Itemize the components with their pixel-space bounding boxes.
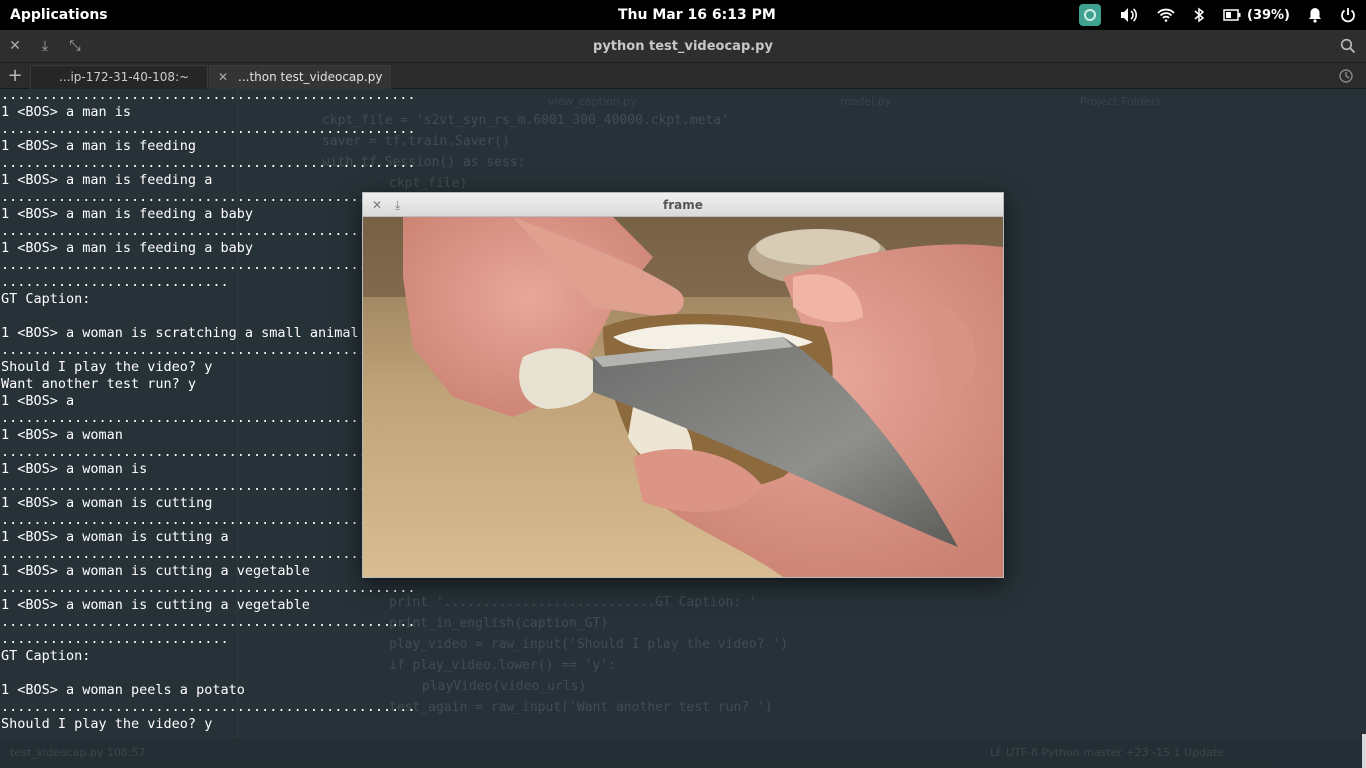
tab-close-icon[interactable]: ✕: [218, 66, 228, 88]
search-icon[interactable]: [1340, 38, 1356, 58]
terminal-line: 1 <BOS> a woman is cutting a: [1, 529, 229, 545]
terminal-line: Should I play the video? y: [1, 716, 213, 732]
terminal-line: ........................................…: [1, 580, 416, 596]
frame-window[interactable]: ✕ ⤓ frame: [362, 192, 1004, 578]
power-icon[interactable]: [1340, 7, 1356, 23]
terminal-line: 1 <BOS> a man is feeding a baby: [1, 206, 253, 222]
notification-bell-icon[interactable]: [1308, 7, 1322, 23]
terminal-line: GT Caption:: [1, 648, 91, 664]
terminal-line: ........................................…: [1, 257, 416, 273]
terminal-line: ........................................…: [1, 546, 416, 562]
terminal-line: ........................................…: [1, 155, 416, 171]
app-indicator-icon[interactable]: [1079, 4, 1101, 26]
battery-status[interactable]: (39%): [1223, 8, 1290, 23]
terminal-line: 1 <BOS> a woman is: [1, 461, 148, 477]
clock[interactable]: Thu Mar 16 6:13 PM: [618, 0, 776, 30]
system-tray: (39%): [1079, 0, 1356, 30]
terminal-line: ........................................…: [1, 614, 416, 630]
unmaximize-icon[interactable]: ⤡: [65, 30, 85, 63]
terminal-header-bar: ✕ ⤓ ⤡ python test_videocap.py: [0, 30, 1366, 63]
terminal-line: 1 <BOS> a: [1, 393, 75, 409]
terminal-line: 1 <BOS> a woman is cutting a vegetable: [1, 597, 310, 613]
terminal-line: 1 <BOS> a man is: [1, 104, 132, 120]
terminal-text: ........................................…: [1, 89, 416, 733]
close-icon[interactable]: ✕: [5, 30, 25, 63]
frame-titlebar[interactable]: ✕ ⤓ frame: [363, 193, 1003, 217]
battery-icon: [1223, 9, 1241, 21]
terminal-line: GT Caption:: [1, 291, 91, 307]
terminal-line: 1 <BOS> a woman is cutting a vegetable: [1, 563, 310, 579]
frame-title: frame: [663, 198, 703, 212]
tab-label: ...thon test_videocap.py: [238, 70, 383, 84]
terminal-line: ........................................…: [1, 342, 416, 358]
applications-menu[interactable]: Applications: [10, 0, 108, 30]
terminal-scrollbar[interactable]: [1362, 734, 1366, 768]
terminal-line: ............................: [1, 274, 229, 290]
battery-percentage: (39%): [1247, 7, 1290, 23]
terminal-line: Want another test run? y: [1, 376, 197, 392]
terminal-line: 1 <BOS> a woman is scratching a small an…: [1, 325, 359, 341]
terminal-line: ........................................…: [1, 478, 416, 494]
tab-label: ...ip-172-31-40-108:~: [59, 70, 190, 84]
volume-icon[interactable]: [1119, 7, 1139, 23]
terminal-line: ........................................…: [1, 410, 416, 426]
terminal-line: ............................: [1, 631, 229, 647]
terminal-line: 1 <BOS> a man is feeding a baby: [1, 240, 253, 256]
terminal-line: 1 <BOS> a man is feeding a: [1, 172, 213, 188]
tab-home-shell[interactable]: ...ip-172-31-40-108:~: [30, 65, 208, 89]
top-panel: Applications Thu Mar 16 6:13 PM (39%): [0, 0, 1366, 30]
wifi-icon[interactable]: [1157, 8, 1175, 22]
terminal-line: Should I play the video? y: [1, 359, 213, 375]
terminal-line: ........................................…: [1, 444, 416, 460]
terminal-line: ........................................…: [1, 699, 416, 715]
terminal-line: ........................................…: [1, 189, 416, 205]
terminal-title: python test_videocap.py: [593, 39, 773, 54]
bluetooth-icon[interactable]: [1193, 7, 1205, 23]
terminal-line: 1 <BOS> a woman is cutting: [1, 495, 213, 511]
terminal-line: ........................................…: [1, 121, 416, 137]
history-icon[interactable]: [1338, 68, 1354, 88]
terminal-line: ........................................…: [1, 89, 416, 103]
terminal-line: ........................................…: [1, 223, 416, 239]
tab-test-videocap[interactable]: ✕ ...thon test_videocap.py: [209, 65, 391, 89]
download-icon[interactable]: ⤓: [35, 30, 55, 63]
video-frame-image: [363, 217, 1003, 577]
terminal-line: 1 <BOS> a woman peels a potato: [1, 682, 245, 698]
terminal-line: ........................................…: [1, 512, 416, 528]
terminal-line: 1 <BOS> a woman: [1, 427, 123, 443]
tab-bar: + ...ip-172-31-40-108:~ ✕ ...thon test_v…: [0, 63, 1366, 89]
terminal-line: 1 <BOS> a man is feeding: [1, 138, 197, 154]
new-tab-plus-icon[interactable]: +: [6, 63, 24, 89]
